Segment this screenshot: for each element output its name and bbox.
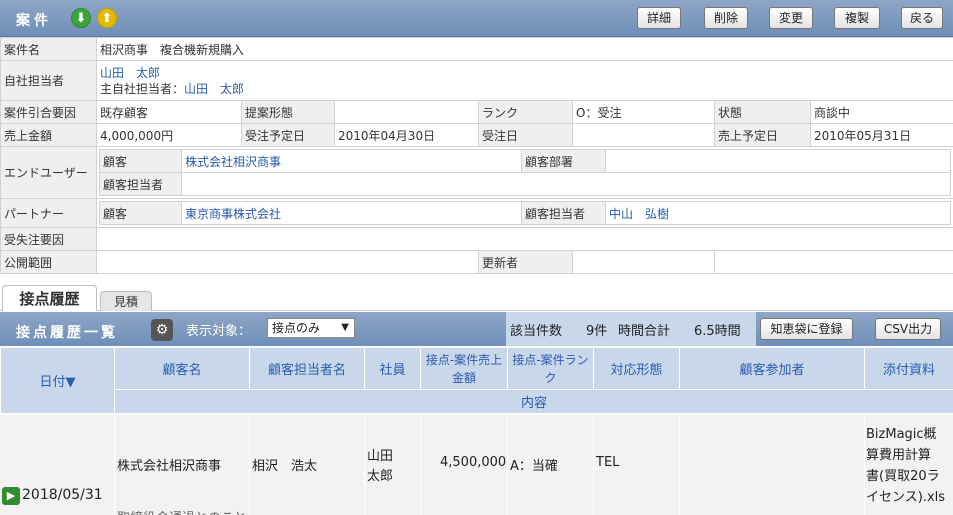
arrow-down-icon[interactable]: ⬇ [71, 8, 91, 28]
sales-plan-value: 2010年05月31日 [809, 123, 953, 147]
partner-staff-link[interactable]: 中山 弘樹 [604, 201, 952, 225]
end-dept-value [604, 149, 952, 173]
history-row[interactable]: ▶ 2018/05/31 株式会社相沢商事 相沢 浩太 山田 太郎 4,500,… [0, 415, 953, 515]
col-customer-staff[interactable]: 顧客担当者名 [249, 347, 365, 390]
case-name-label: 案件名 [0, 37, 97, 61]
partner-table: 顧客 東京商事株式会社 顧客担当者 中山 弘樹 [99, 201, 952, 225]
attachment-line-3: 書(買取20ラ [866, 469, 940, 484]
case-header-title: 案件 [16, 13, 52, 29]
col-employee[interactable]: 社員 [364, 347, 421, 390]
detail-button[interactable]: 詳細 [637, 7, 681, 29]
col-amount[interactable]: 接点-案件売上金額 [420, 347, 508, 390]
tab-bar: 接点履歴 見積 [0, 284, 953, 311]
col-date[interactable]: 日付▼ [0, 347, 115, 414]
col-attachment[interactable]: 添付資料 [864, 347, 953, 390]
order-plan-label: 受注予定日 [241, 123, 335, 147]
end-customer-label: 顧客 [99, 149, 182, 173]
sales-plan-label: 売上予定日 [714, 123, 811, 147]
factor-label: 案件引合要因 [0, 100, 97, 124]
row-date-link[interactable]: 2018/05/31 [22, 487, 103, 503]
order-date-value [572, 123, 715, 147]
attachment-line-1: BizMagic概 [866, 427, 937, 442]
proposal-value [334, 100, 479, 124]
staff-value: 山田 太郎 主自社担当者：山田 太郎 [95, 60, 953, 101]
tab-history[interactable]: 接点履歴 [2, 285, 97, 311]
gear-icon[interactable]: ⚙ [151, 319, 173, 341]
end-cust-staff-value [180, 172, 952, 196]
col-customer[interactable]: 顧客名 [114, 347, 250, 390]
back-button[interactable]: 戻る [901, 7, 943, 29]
filter-label: 表示対象： [186, 324, 252, 339]
delete-button[interactable]: 削除 [704, 7, 748, 29]
case-info-table: 案件名 相沢商事 複合機新規購入 自社担当者 山田 太郎 主自社担当者：山田 太… [0, 37, 953, 274]
scope-value [96, 250, 479, 274]
state-value: 商談中 [809, 100, 953, 124]
rank-label: ランク [478, 100, 573, 124]
attachment-line-4: イセンス).xls [866, 490, 946, 505]
end-dept-label: 顧客部署 [521, 149, 606, 173]
staff-link[interactable]: 山田 太郎 [100, 65, 950, 81]
loss-label: 受失注要因 [0, 227, 97, 251]
register-knowledge-button[interactable]: 知恵袋に登録 [760, 318, 853, 340]
csv-export-button[interactable]: CSV出力 [875, 318, 941, 340]
col-method[interactable]: 対応形態 [593, 347, 680, 390]
arrow-up-icon[interactable]: ⬆ [97, 8, 117, 28]
col-content: 内容 [114, 389, 953, 414]
end-user-table: 顧客 株式会社相沢商事 顧客部署 顧客担当者 [99, 149, 952, 196]
rank-value: O：受注 [572, 100, 715, 124]
history-header-bar: 接点履歴一覧 ⚙ 表示対象： 接点のみ ▼ 該当件数 9件 時間合計 6.5時間… [0, 312, 953, 346]
col-participants[interactable]: 顧客参加者 [679, 347, 865, 390]
row-rank: A：当確 [510, 459, 558, 474]
partner-label: パートナー [0, 198, 97, 228]
end-customer-link[interactable]: 株式会社相沢商事 [181, 149, 522, 173]
updater-value [572, 250, 715, 274]
case-header-bar: 案件 ⬇ ⬆ 詳細 削除 変更 複製 戻る [0, 0, 953, 37]
staff-label: 自社担当者 [0, 60, 97, 101]
attachment-line-2: 算費用計算 [866, 448, 932, 463]
count-value: 9件 [586, 324, 608, 339]
partner-customer-label: 顧客 [99, 201, 182, 225]
proposal-label: 提案形態 [241, 100, 335, 124]
main-staff-prefix: 主自社担当者： [100, 81, 185, 96]
sales-value: 4,000,000円 [96, 123, 242, 147]
end-cust-staff-label: 顧客担当者 [99, 172, 182, 196]
summary-box: 該当件数 9件 時間合計 6.5時間 [506, 312, 756, 346]
row-customer: 株式会社相沢商事 [117, 459, 222, 474]
updater-label: 更新者 [478, 250, 573, 274]
end-user-label: エンドユーザー [0, 146, 97, 199]
history-grid-header: 日付▼ 顧客名 顧客担当者名 社員 接点-案件売上金額 接点-案件ランク 対応形… [0, 347, 953, 414]
count-label: 該当件数 [510, 324, 563, 339]
history-title: 接点履歴一覧 [16, 325, 118, 341]
row-attachment-link[interactable]: BizMagic概 算費用計算 書(買取20ラ イセンス).xls [866, 424, 952, 508]
filter-select-value: 接点のみ [272, 321, 321, 335]
row-employee-line2[interactable]: 太郎 [367, 465, 393, 484]
time-label: 時間合計 [618, 324, 671, 339]
time-value: 6.5時間 [694, 324, 741, 339]
row-method: TEL [596, 455, 620, 470]
case-name-value: 相沢商事 複合機新規購入 [95, 37, 953, 61]
scope-label: 公開範囲 [0, 250, 97, 274]
order-plan-value: 2010年04月30日 [334, 123, 479, 147]
sales-label: 売上金額 [0, 123, 97, 147]
partner-staff-label: 顧客担当者 [521, 201, 606, 225]
state-label: 状態 [714, 100, 811, 124]
video-camera-icon[interactable]: ▶ [2, 487, 20, 505]
order-date-label: 受注日 [478, 123, 573, 147]
duplicate-button[interactable]: 複製 [834, 7, 880, 29]
row-amount: 4,500,000 [440, 455, 507, 470]
row-customer-staff-link[interactable]: 相沢 浩太 [252, 455, 317, 474]
change-button[interactable]: 変更 [769, 7, 813, 29]
factor-value: 既存顧客 [96, 100, 242, 124]
partner-customer-link[interactable]: 東京商事株式会社 [181, 201, 522, 225]
filter-select[interactable]: 接点のみ ▼ [267, 318, 355, 338]
col-rank[interactable]: 接点-案件ランク [507, 347, 594, 390]
caret-down-icon: ▼ [341, 322, 349, 333]
loss-value [95, 227, 953, 251]
row-content-partial: 取締役会通過とのこと [117, 507, 247, 515]
tab-estimate[interactable]: 見積 [100, 291, 152, 311]
row-employee-line1[interactable]: 山田 [367, 445, 393, 464]
main-staff-link[interactable]: 山田 太郎 [184, 82, 244, 96]
